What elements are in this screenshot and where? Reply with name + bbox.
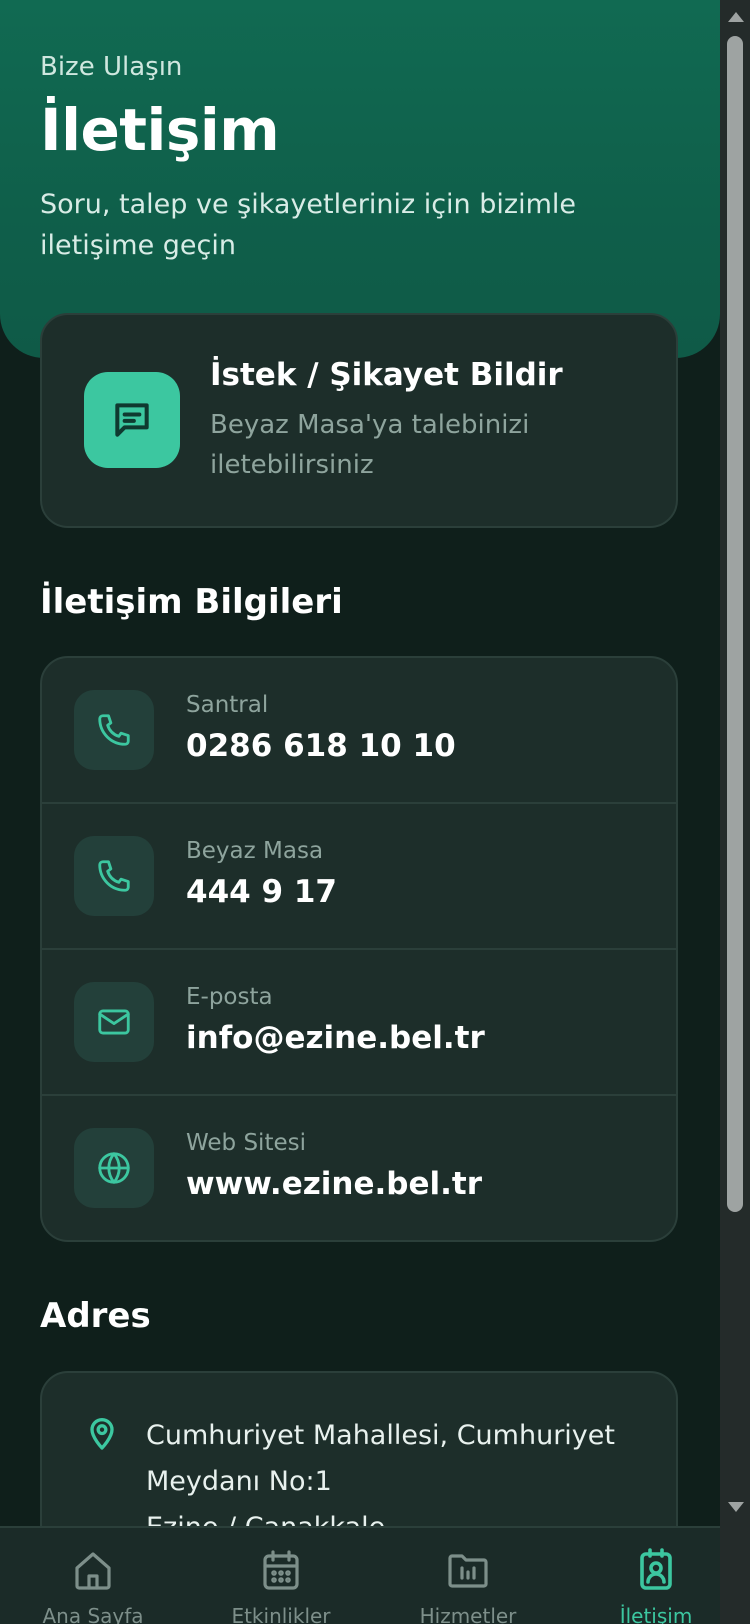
tab-label: İletişim [619, 1604, 693, 1624]
home-icon [69, 1546, 117, 1594]
address-heading: Adres [40, 1296, 151, 1336]
message-icon [84, 372, 180, 468]
contact-value: 444 9 17 [186, 874, 338, 910]
scroll-down-arrow-icon[interactable] [728, 1502, 744, 1512]
tab-home[interactable]: Ana Sayfa [3, 1528, 183, 1624]
page-title: İletişim [40, 96, 280, 164]
tab-services[interactable]: Hizmetler [378, 1528, 558, 1624]
hero-kicker: Bize Ulaşın [40, 52, 183, 82]
tab-label: Etkinlikler [231, 1604, 331, 1624]
request-card-title: İstek / Şikayet Bildir [210, 357, 563, 393]
request-complaint-card[interactable]: İstek / Şikayet Bildir Beyaz Masa'ya tal… [40, 313, 678, 528]
phone-icon [74, 690, 154, 770]
address-line: Meydanı No:1 [146, 1466, 332, 1497]
mail-icon [74, 982, 154, 1062]
calendar-icon [257, 1546, 305, 1594]
globe-icon [74, 1128, 154, 1208]
map-pin-icon [82, 1413, 122, 1453]
tab-contact[interactable]: İletişim [566, 1528, 746, 1624]
scrollbar[interactable] [720, 0, 750, 1624]
tab-events[interactable]: Etkinlikler [191, 1528, 371, 1624]
hero-subtitle: Soru, talep ve şikayetleriniz için bizim… [40, 189, 576, 261]
contact-row-santral[interactable]: Santral 0286 618 10 10 [42, 658, 676, 804]
hero-header: Bize Ulaşın İletişim Soru, talep ve şika… [0, 0, 720, 358]
request-card-description: Beyaz Masa'ya talebinizi iletebilirsiniz [210, 410, 530, 480]
contact-row-beyaz-masa[interactable]: Beyaz Masa 444 9 17 [42, 804, 676, 950]
contact-info-card: Santral 0286 618 10 10 Beyaz Masa 444 9 … [40, 656, 678, 1242]
contact-value: 0286 618 10 10 [186, 728, 456, 764]
contact-value: info@ezine.bel.tr [186, 1020, 485, 1056]
scroll-thumb[interactable] [727, 36, 743, 1212]
contact-label: Beyaz Masa [186, 838, 324, 864]
bottom-tab-bar: Ana Sayfa Etkinlikler Hizmetler İletişim [0, 1526, 750, 1624]
folder-icon [444, 1546, 492, 1594]
contact-row-email[interactable]: E-posta info@ezine.bel.tr [42, 950, 676, 1096]
contact-label: Santral [186, 692, 269, 718]
address-line: Cumhuriyet Mahallesi, Cumhuriyet [146, 1420, 615, 1451]
contact-value: www.ezine.bel.tr [186, 1166, 482, 1202]
scroll-up-arrow-icon[interactable] [728, 12, 744, 22]
contact-label: Web Sitesi [186, 1130, 306, 1156]
phone-icon [74, 836, 154, 916]
contact-icon [632, 1546, 680, 1594]
contact-label: E-posta [186, 984, 273, 1010]
tab-label: Hizmetler [419, 1604, 517, 1624]
contact-info-heading: İletişim Bilgileri [40, 582, 343, 622]
tab-label: Ana Sayfa [42, 1604, 144, 1624]
contact-row-website[interactable]: Web Sitesi www.ezine.bel.tr [42, 1096, 676, 1240]
contact-page: Bize Ulaşın İletişim Soru, talep ve şika… [0, 0, 720, 1624]
